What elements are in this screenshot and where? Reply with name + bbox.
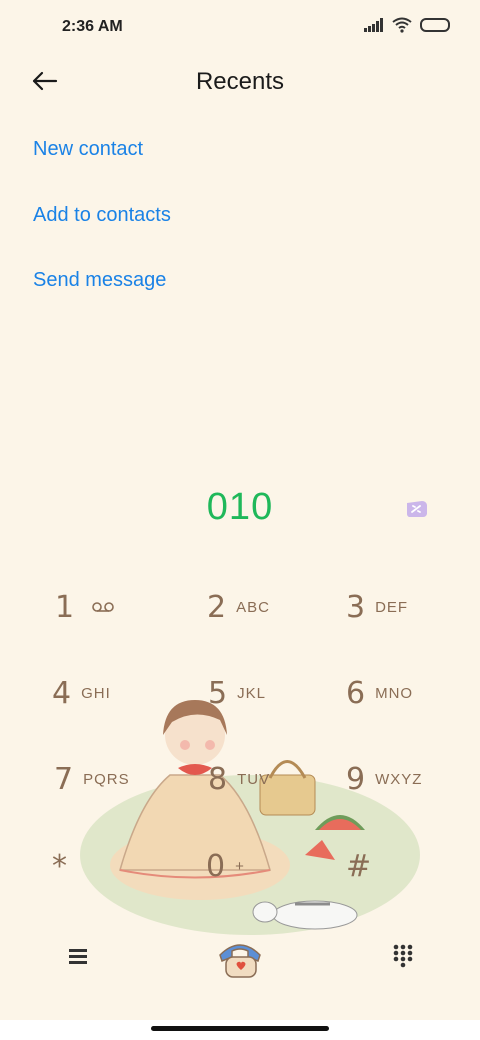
picnic-illustration [80,700,420,935]
key-letters: + [235,857,245,875]
key-1[interactable]: 1 [55,577,185,637]
key-digit: 1 [55,589,75,625]
key-letters: DEF [375,598,409,616]
key-7[interactable]: 7 PQRS [54,749,184,809]
status-time: 2:36 AM [62,18,123,35]
key-hash[interactable]: # [346,836,476,896]
key-digit: * [52,848,67,884]
key-digit: 6 [346,675,366,711]
dialpad-toggle-button[interactable] [392,943,414,969]
key-8[interactable]: 8 TUV [208,749,338,809]
key-digit: 8 [208,761,228,797]
key-9[interactable]: 9 WXYZ [346,749,476,809]
key-letters: MNO [375,684,414,702]
key-letters: ABC [236,598,270,616]
key-4[interactable]: 4 GHI [52,663,182,723]
key-digit: 3 [346,589,366,625]
key-digit: 2 [207,589,227,625]
voicemail-icon [92,602,114,612]
status-bar: 2:36 AM [0,0,480,56]
key-digit: 4 [52,675,72,711]
add-to-contacts-link[interactable]: Add to contacts [33,204,171,227]
dialpad-icon [393,944,413,968]
send-message-link[interactable]: Send message [33,269,166,292]
key-2[interactable]: 2 ABC [207,577,337,637]
dialer-bottom-bar [0,925,480,995]
key-digit: # [346,848,372,884]
key-digit: 0 [206,848,226,884]
page-title: Recents [195,68,285,95]
sim-switch-button[interactable] [404,498,430,520]
key-letters: GHI [81,684,111,702]
key-letters: WXYZ [375,770,423,788]
new-contact-link[interactable]: New contact [33,138,143,161]
menu-icon [69,949,87,964]
menu-button[interactable] [67,945,89,967]
key-digit: 7 [54,761,74,797]
key-letters: TUV [237,770,271,788]
key-0[interactable]: 0 + [206,836,336,896]
key-digit: 9 [346,761,366,797]
battery-icon [420,18,450,32]
status-icons [364,17,450,33]
key-star[interactable]: * [52,836,182,896]
key-5[interactable]: 5 JKL [208,663,338,723]
call-icon [219,944,261,978]
sim-card-icon [407,501,427,517]
key-3[interactable]: 3 DEF [346,577,476,637]
signal-icon [364,18,383,32]
key-digit: 5 [208,675,228,711]
home-gesture-handle[interactable] [151,1026,329,1031]
key-letters: JKL [237,684,266,702]
key-6[interactable]: 6 MNO [346,663,476,723]
key-letters: PQRS [83,770,130,788]
wifi-icon [392,17,412,33]
header: Recents [0,56,480,108]
call-button[interactable] [214,931,266,983]
